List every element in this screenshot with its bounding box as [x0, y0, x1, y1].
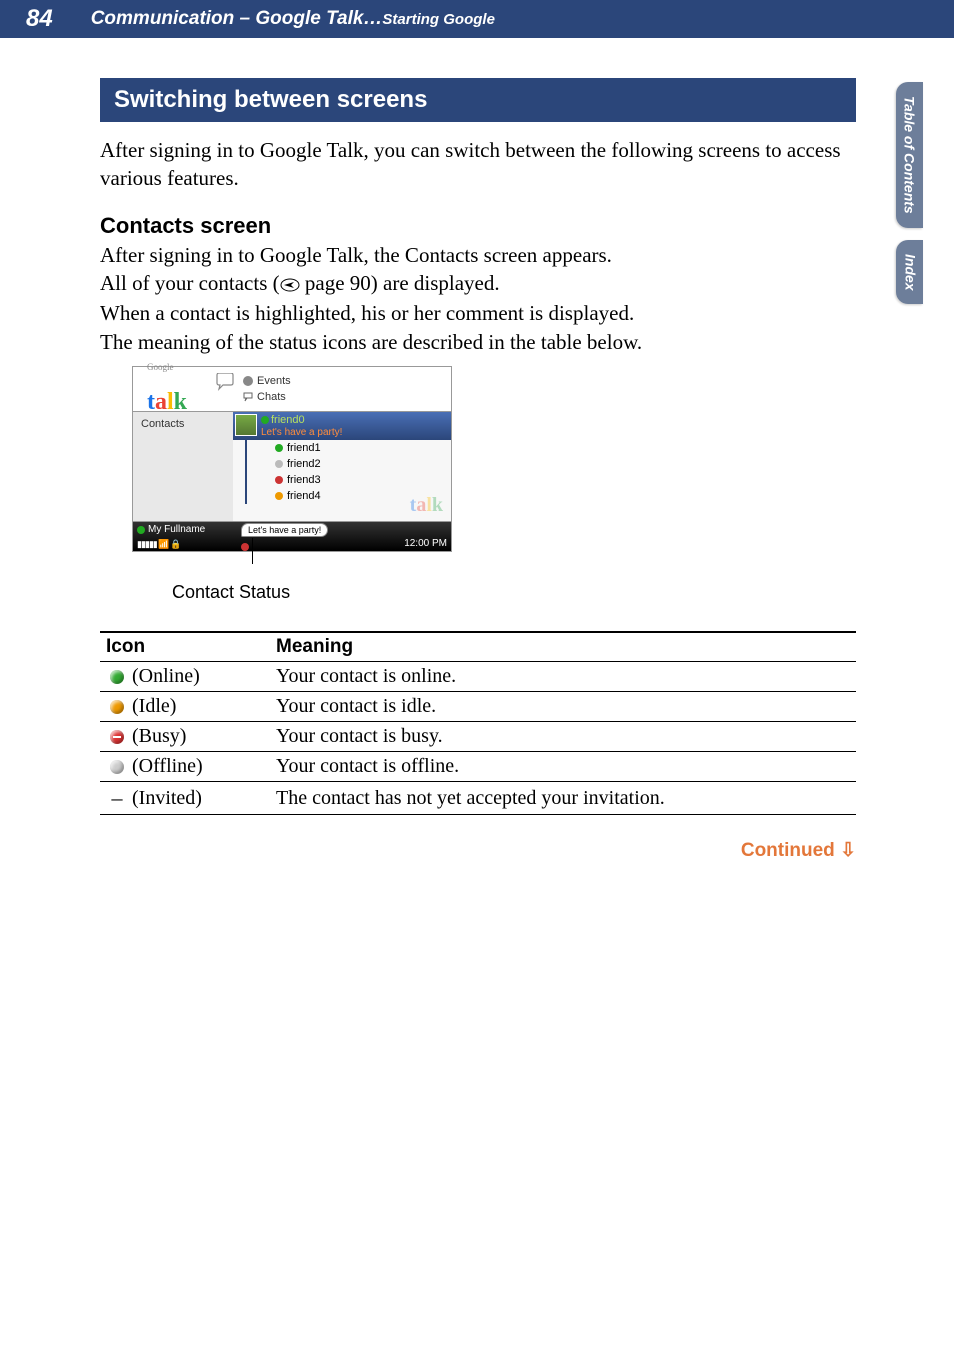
screenshot-caption: Contact Status [172, 582, 856, 603]
friend-row: friend3 [245, 472, 451, 488]
side-tabs: Table of Contents Index [896, 82, 954, 316]
invited-icon: – [110, 785, 124, 811]
contacts-line4: The meaning of the status icons are desc… [100, 328, 856, 356]
continued-indicator: Continued ⇩ [100, 839, 856, 862]
breadcrumb-main: Communication – Google Talk… [91, 8, 383, 29]
contacts-line2b: page 90) are displayed. [300, 271, 500, 295]
down-arrow-icon: ⇩ [840, 840, 856, 861]
tab-index-label: Index [902, 254, 918, 291]
icon-label: (Invited) [132, 787, 202, 810]
my-fullname: My Fullname [148, 524, 205, 535]
friend-name: friend4 [287, 490, 321, 502]
section-heading: Switching between screens [100, 78, 856, 122]
status-dot-icon [275, 492, 283, 500]
tab-toc-line1: Table of [902, 96, 918, 149]
meaning-cell: Your contact is idle. [270, 692, 856, 722]
col-header-icon: Icon [100, 632, 270, 662]
screenshot-header: Googletalk Events Chats [132, 366, 452, 412]
leader-line-wrapper [148, 558, 856, 580]
events-label: Events [257, 375, 291, 387]
intro-text: After signing in to Google Talk, you can… [100, 136, 856, 193]
header-bar: 84 Communication – Google Talk…Starting … [0, 0, 954, 38]
talk-logo: Googletalk [147, 362, 187, 416]
friend-name: friend3 [287, 474, 321, 486]
col-header-meaning: Meaning [270, 632, 856, 662]
contacts-line3: When a contact is highlighted, his or he… [100, 299, 856, 327]
contacts-line2: All of your contacts ( page 90) are disp… [100, 269, 856, 299]
table-row: (Idle) Your contact is idle. [100, 692, 856, 722]
watermark: talk [410, 494, 443, 517]
idle-icon [110, 700, 124, 714]
tab-index[interactable]: Index [896, 240, 923, 305]
selected-contact: friend0 Let's have a party! [233, 412, 451, 440]
signal-icon: ▮▮▮▮▮ 📶 🔒 [137, 539, 180, 550]
screenshot-list: friend0 Let's have a party! friend1 frie… [233, 412, 451, 521]
friend-name: friend2 [287, 458, 321, 470]
leader-line [252, 538, 253, 564]
icon-label: (Idle) [132, 695, 176, 718]
offline-icon [110, 760, 124, 774]
breadcrumb-sub: Starting Google [382, 11, 495, 28]
meaning-cell: Your contact is online. [270, 662, 856, 692]
chats-label: Chats [257, 391, 286, 403]
selected-name: friend0 [271, 414, 305, 426]
icon-label: (Online) [132, 665, 200, 688]
friend-name: friend1 [287, 442, 321, 454]
status-dot-icon [275, 476, 283, 484]
status-dot-online-icon [261, 416, 269, 424]
pointer-icon [280, 271, 300, 299]
avatar [235, 414, 257, 436]
time: 12:00 PM [404, 538, 447, 549]
friend-row: friend1 [245, 440, 451, 456]
contacts-subheading: Contacts screen [100, 213, 856, 239]
chat-bubble-icon [215, 373, 235, 391]
status-dot-icon [275, 444, 283, 452]
screenshot-body: Contacts friend0 Let's have a party! fri… [132, 412, 452, 522]
selected-msg: Let's have a party! [261, 427, 342, 438]
breadcrumb: Communication – Google Talk…Starting Goo… [91, 8, 495, 30]
contacts-line2a: All of your contacts ( [100, 271, 280, 295]
meaning-cell: Your contact is busy. [270, 722, 856, 752]
tab-toc[interactable]: Table of Contents [896, 82, 923, 228]
meaning-cell: Your contact is offline. [270, 752, 856, 782]
icon-label: (Busy) [132, 725, 186, 748]
contacts-screenshot: Googletalk Events Chats Contacts friend0… [132, 366, 452, 552]
events-icon [243, 376, 253, 386]
status-dot-icon [275, 460, 283, 468]
friend-row: friend2 [245, 456, 451, 472]
chats-icon [243, 392, 253, 402]
status-bubble: Let's have a party! [241, 523, 328, 537]
icon-label: (Offline) [132, 755, 203, 778]
contacts-label: Contacts [141, 418, 184, 430]
table-row: –(Invited) The contact has not yet accep… [100, 782, 856, 815]
table-row: (Offline) Your contact is offline. [100, 752, 856, 782]
online-icon [110, 670, 124, 684]
screenshot-tabs: Events Chats [243, 373, 291, 405]
contacts-line1: After signing in to Google Talk, the Con… [100, 241, 856, 269]
continued-label: Continued [741, 840, 835, 861]
busy-icon [110, 730, 124, 744]
status-table: Icon Meaning (Online) Your contact is on… [100, 631, 856, 815]
page-number: 84 [26, 5, 53, 33]
meaning-cell: The contact has not yet accepted your in… [270, 782, 856, 815]
content-area: Switching between screens After signing … [0, 38, 954, 862]
screenshot-sidebar: Contacts [133, 412, 233, 521]
tab-toc-line2: Contents [902, 153, 918, 214]
my-status-icon [137, 526, 145, 534]
table-row: (Online) Your contact is online. [100, 662, 856, 692]
screenshot-statusbar: My Fullname Let's have a party! ▮▮▮▮▮ 📶 … [132, 522, 452, 552]
table-row: (Busy) Your contact is busy. [100, 722, 856, 752]
busy-dot-icon [241, 543, 249, 551]
